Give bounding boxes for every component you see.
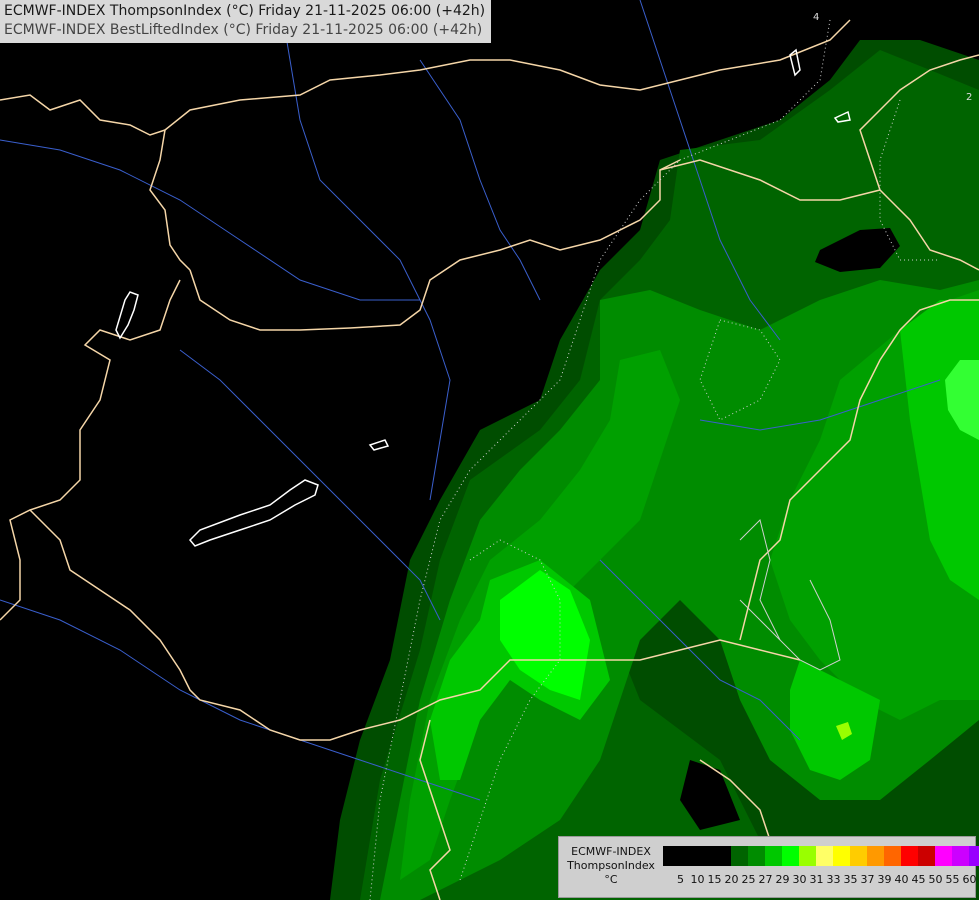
lake-outline bbox=[188, 479, 319, 547]
legend-swatch bbox=[901, 846, 918, 866]
legend-tick-label: 60 bbox=[962, 873, 977, 886]
legend-swatch bbox=[765, 846, 782, 866]
legend-swatch bbox=[884, 846, 901, 866]
legend-swatch bbox=[935, 846, 952, 866]
legend-swatch bbox=[782, 846, 799, 866]
legend-swatch bbox=[867, 846, 884, 866]
legend-label: ECMWF-INDEX ThompsonIndex °C bbox=[563, 845, 659, 887]
legend-tick-label: 40 bbox=[894, 873, 909, 886]
contour-label: 4 bbox=[813, 12, 819, 23]
river bbox=[0, 139, 420, 301]
legend-tick-label: 15 bbox=[707, 873, 722, 886]
lake-outline bbox=[368, 439, 390, 451]
legend-tick-label: 5 bbox=[677, 873, 684, 886]
legend-swatches bbox=[663, 846, 979, 866]
color-legend: ECMWF-INDEX ThompsonIndex °C 5 10 15 20 25 27… bbox=[558, 836, 979, 898]
legend-tick-label: 20 bbox=[724, 873, 739, 886]
legend-parameter: ThompsonIndex bbox=[567, 859, 655, 872]
legend-swatch bbox=[952, 846, 969, 866]
legend-tick-label: 33 bbox=[826, 873, 841, 886]
index-fill-layer bbox=[330, 40, 979, 900]
legend-swatch bbox=[969, 846, 979, 866]
legend-ticks: 5 10 15 20 25 27 29 30 31 33 35 37 39 40 45 50 55 60 bbox=[672, 873, 978, 886]
legend-unit: °C bbox=[604, 873, 618, 886]
legend-swatch bbox=[731, 846, 748, 866]
lake-outline bbox=[115, 291, 139, 340]
legend-tick-label: 10 bbox=[690, 873, 705, 886]
legend-swatch bbox=[714, 846, 731, 866]
legend-source: ECMWF-INDEX bbox=[571, 845, 651, 858]
legend-tick-label: 25 bbox=[741, 873, 756, 886]
legend-tick-label: 29 bbox=[775, 873, 790, 886]
legend-swatch bbox=[850, 846, 867, 866]
map-title-primary: ECMWF-INDEX ThompsonIndex (°C) Friday 21… bbox=[4, 3, 486, 19]
legend-swatch bbox=[816, 846, 833, 866]
legend-tick-label: 37 bbox=[860, 873, 875, 886]
legend-swatch bbox=[799, 846, 816, 866]
legend-tick-label: 27 bbox=[758, 873, 773, 886]
legend-swatch bbox=[833, 846, 850, 866]
river bbox=[279, 0, 451, 501]
legend-swatch bbox=[748, 846, 765, 866]
weather-map: 4 2 bbox=[0, 0, 979, 900]
river bbox=[179, 349, 441, 621]
legend-tick-label: 55 bbox=[945, 873, 960, 886]
legend-swatch bbox=[663, 846, 680, 866]
country-border bbox=[0, 279, 181, 621]
legend-tick-label: 35 bbox=[843, 873, 858, 886]
legend-swatch bbox=[697, 846, 714, 866]
legend-tick-label: 45 bbox=[911, 873, 926, 886]
country-border bbox=[0, 94, 191, 271]
legend-tick-label: 50 bbox=[928, 873, 943, 886]
legend-swatch bbox=[918, 846, 935, 866]
legend-tick-label: 31 bbox=[809, 873, 824, 886]
river bbox=[419, 59, 541, 301]
contour-label: 2 bbox=[966, 92, 972, 103]
legend-swatch bbox=[680, 846, 697, 866]
map-title-secondary: ECMWF-INDEX BestLiftedIndex (°C) Friday … bbox=[4, 22, 483, 38]
legend-tick-label: 39 bbox=[877, 873, 892, 886]
map-title-box: ECMWF-INDEX ThompsonIndex (°C) Friday 21… bbox=[0, 0, 492, 43]
legend-tick-label: 30 bbox=[792, 873, 807, 886]
